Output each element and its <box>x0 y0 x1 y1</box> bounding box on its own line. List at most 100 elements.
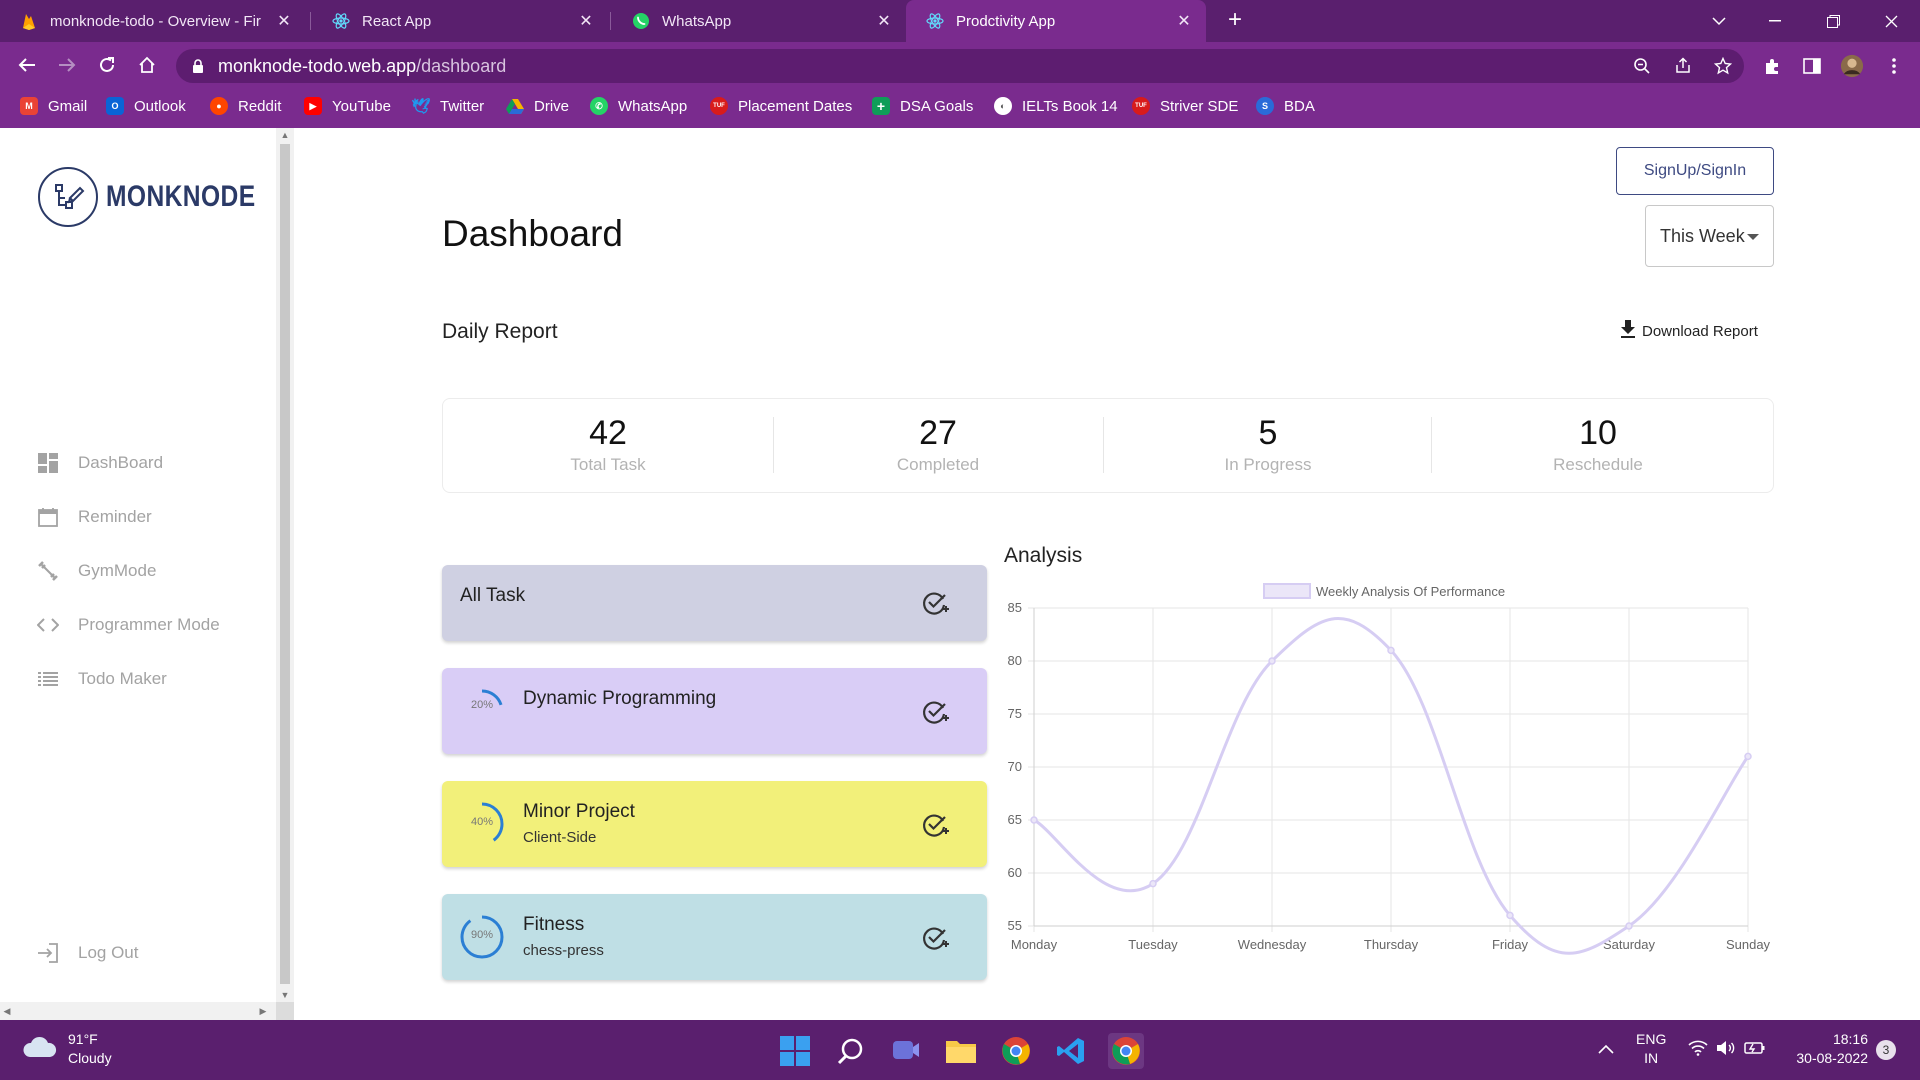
bookmark-striver-sde[interactable]: TUF Striver SDE <box>1132 95 1238 117</box>
profile-avatar[interactable] <box>1840 54 1864 78</box>
vscode-icon[interactable] <box>1053 1033 1089 1069</box>
data-point[interactable] <box>1268 657 1276 665</box>
tab-react-app[interactable]: React App ✕ <box>312 0 608 42</box>
bookmark-drive[interactable]: Drive <box>506 95 569 117</box>
data-point[interactable] <box>1625 922 1633 930</box>
extensions-icon[interactable] <box>1760 54 1784 78</box>
data-point[interactable] <box>1387 646 1395 655</box>
teams-chat-icon[interactable] <box>888 1033 924 1069</box>
lock-icon[interactable] <box>186 54 210 78</box>
data-point[interactable] <box>1030 816 1038 824</box>
bookmark-label: Gmail <box>48 97 88 115</box>
sidebar-horizontal-scrollbar[interactable]: ◀ ▶ <box>0 1002 276 1020</box>
reload-icon[interactable] <box>94 52 120 78</box>
scroll-down-arrow-icon[interactable]: ▼ <box>276 988 294 1002</box>
bookmark-reddit[interactable]: ● Reddit <box>210 95 281 117</box>
sidebar-item-gymmode[interactable]: GymMode <box>36 556 156 586</box>
weather-widget[interactable]: 91°F Cloudy <box>22 1030 112 1068</box>
tab-search-icon[interactable] <box>1696 0 1742 42</box>
y-tick-label: 70 <box>1008 759 1022 774</box>
sidebar-item-dashboard[interactable]: DashBoard <box>36 448 163 478</box>
reddit-icon: ● <box>210 97 228 115</box>
bookmark-outlook[interactable]: O Outlook <box>106 95 186 117</box>
sidebar-item-reminder[interactable]: Reminder <box>36 502 152 532</box>
bookmark-gmail[interactable]: M Gmail <box>20 95 87 117</box>
file-explorer-icon[interactable] <box>943 1033 979 1069</box>
data-point[interactable] <box>1506 911 1514 920</box>
clock[interactable]: 18:16 30-08-2022 <box>1786 1030 1868 1068</box>
close-tab-icon[interactable]: ✕ <box>274 11 294 31</box>
close-tab-icon[interactable]: ✕ <box>1174 11 1194 31</box>
restore-icon[interactable] <box>1810 0 1856 42</box>
task-check-icon[interactable] <box>921 698 949 726</box>
new-tab-button[interactable]: + <box>1222 8 1248 34</box>
home-icon[interactable] <box>134 52 160 78</box>
chart-legend[interactable]: Weekly Analysis Of Performance <box>1263 583 1505 599</box>
analysis-title: Analysis <box>1004 544 1083 567</box>
tab-productivity-app[interactable]: Prodctivity App ✕ <box>906 0 1206 42</box>
bookmark-placement-dates[interactable]: TUF Placement Dates <box>710 95 852 117</box>
bookmark-label: Placement Dates <box>738 97 853 115</box>
scroll-right-arrow-icon[interactable]: ▶ <box>256 1002 270 1020</box>
stat-completed: 27 Completed <box>773 413 1103 475</box>
back-icon[interactable] <box>14 52 40 78</box>
minimize-icon[interactable] <box>1752 0 1798 42</box>
task-check-icon[interactable] <box>921 924 949 952</box>
download-report-button[interactable]: Download Report <box>1620 320 1758 342</box>
all-task-card[interactable]: All Task <box>442 565 987 641</box>
data-point[interactable] <box>1149 879 1157 888</box>
sidebar-item-label: Reminder <box>78 507 152 526</box>
task-card[interactable]: 20% Dynamic Programming <box>442 668 987 754</box>
scroll-up-arrow-icon[interactable]: ▲ <box>276 128 294 142</box>
bookmark-star-icon[interactable] <box>1711 54 1735 78</box>
close-tab-icon[interactable]: ✕ <box>576 11 596 31</box>
bookmark-whatsapp[interactable]: ✆ WhatsApp <box>590 95 687 117</box>
bookmark-bda[interactable]: S BDA <box>1256 95 1315 117</box>
sidebar-item-todo-maker[interactable]: Todo Maker <box>36 664 167 694</box>
tray-chevron-up-icon[interactable] <box>1598 1040 1614 1059</box>
notification-badge[interactable]: 3 <box>1876 1040 1896 1060</box>
bookmark-ielts[interactable]: ◐ IELTs Book 14 <box>994 95 1118 117</box>
url-text[interactable]: monknode-todo.web.app/dashboard <box>218 56 506 77</box>
task-check-icon[interactable] <box>921 811 949 839</box>
menu-kebab-icon[interactable] <box>1882 54 1906 78</box>
code-icon <box>36 613 60 637</box>
signup-signin-button[interactable]: SignUp/SignIn <box>1616 147 1774 195</box>
list-icon <box>36 667 60 691</box>
firebase-icon <box>20 12 38 30</box>
bookmark-twitter[interactable]: 🕊 Twitter <box>411 95 484 117</box>
bookmark-youtube[interactable]: ▶ YouTube <box>304 95 391 117</box>
logout-button[interactable]: Log Out <box>36 938 139 968</box>
volume-icon[interactable] <box>1716 1040 1736 1061</box>
period-select[interactable]: This Week <box>1645 205 1774 267</box>
data-point[interactable] <box>1744 752 1752 761</box>
chrome-icon[interactable] <box>998 1033 1034 1069</box>
start-icon[interactable] <box>777 1033 813 1069</box>
forward-icon[interactable] <box>54 52 80 78</box>
task-card[interactable]: 90% Fitness chess-press <box>442 894 987 980</box>
tab-whatsapp[interactable]: WhatsApp ✕ <box>612 0 906 42</box>
sidebar-vertical-scrollbar[interactable]: ▲ ▼ <box>276 128 294 1002</box>
bookmark-dsa-goals[interactable]: + DSA Goals <box>872 95 973 117</box>
wifi-icon[interactable] <box>1688 1040 1708 1061</box>
close-window-icon[interactable] <box>1868 0 1914 42</box>
scroll-left-arrow-icon[interactable]: ◀ <box>0 1002 14 1020</box>
monknode-logo[interactable]: MONKNODE <box>38 167 288 227</box>
tab-firebase[interactable]: monknode-todo - Overview - Fir ✕ <box>0 0 306 42</box>
logo-text: MONKNODE <box>106 180 256 213</box>
stat-total-task: 42 Total Task <box>443 413 773 475</box>
language-indicator[interactable]: ENG IN <box>1636 1030 1666 1068</box>
battery-icon[interactable] <box>1744 1040 1766 1061</box>
scrollbar-thumb[interactable] <box>280 144 290 984</box>
sidebar-item-programmer-mode[interactable]: Programmer Mode <box>36 610 220 640</box>
close-tab-icon[interactable]: ✕ <box>874 11 894 31</box>
side-panel-icon[interactable] <box>1800 54 1824 78</box>
sheets-plus-icon: + <box>872 97 890 115</box>
task-card[interactable]: 40% Minor Project Client-Side <box>442 781 987 867</box>
chrome-active-icon[interactable] <box>1108 1033 1144 1069</box>
y-tick-label: 60 <box>1008 865 1022 880</box>
zoom-icon[interactable] <box>1630 54 1654 78</box>
search-icon[interactable] <box>833 1033 869 1069</box>
task-check-icon[interactable] <box>921 589 949 617</box>
share-icon[interactable] <box>1671 54 1695 78</box>
